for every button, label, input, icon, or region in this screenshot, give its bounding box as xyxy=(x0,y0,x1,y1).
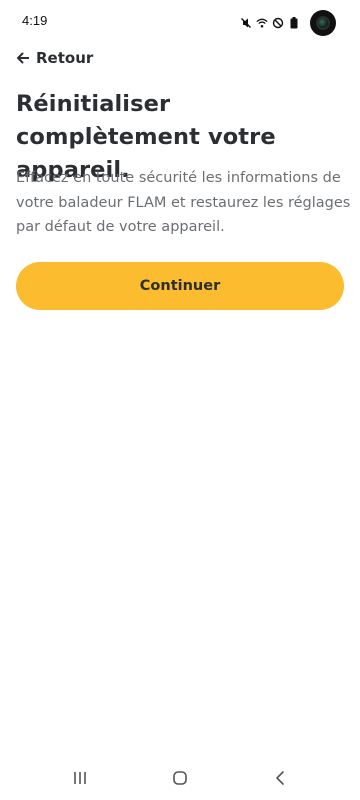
back-icon[interactable] xyxy=(270,768,290,788)
recents-icon[interactable] xyxy=(70,768,90,788)
dnd-icon xyxy=(272,17,284,29)
battery-icon xyxy=(288,17,300,29)
status-bar: 4:19 xyxy=(0,0,360,44)
arrow-left-icon xyxy=(16,51,30,65)
home-icon[interactable] xyxy=(170,768,190,788)
back-link[interactable]: Retour xyxy=(16,48,93,68)
page-description: Effacez en toute sécurité les informatio… xyxy=(16,170,351,235)
mute-icon xyxy=(240,17,252,29)
continue-button[interactable]: Continuer xyxy=(16,262,344,310)
status-time: 4:19 xyxy=(22,13,48,28)
camera-icon xyxy=(310,10,336,36)
wifi-icon xyxy=(256,17,268,29)
system-nav-bar xyxy=(0,756,360,800)
status-icons xyxy=(240,10,336,36)
back-label: Retour xyxy=(36,49,94,67)
